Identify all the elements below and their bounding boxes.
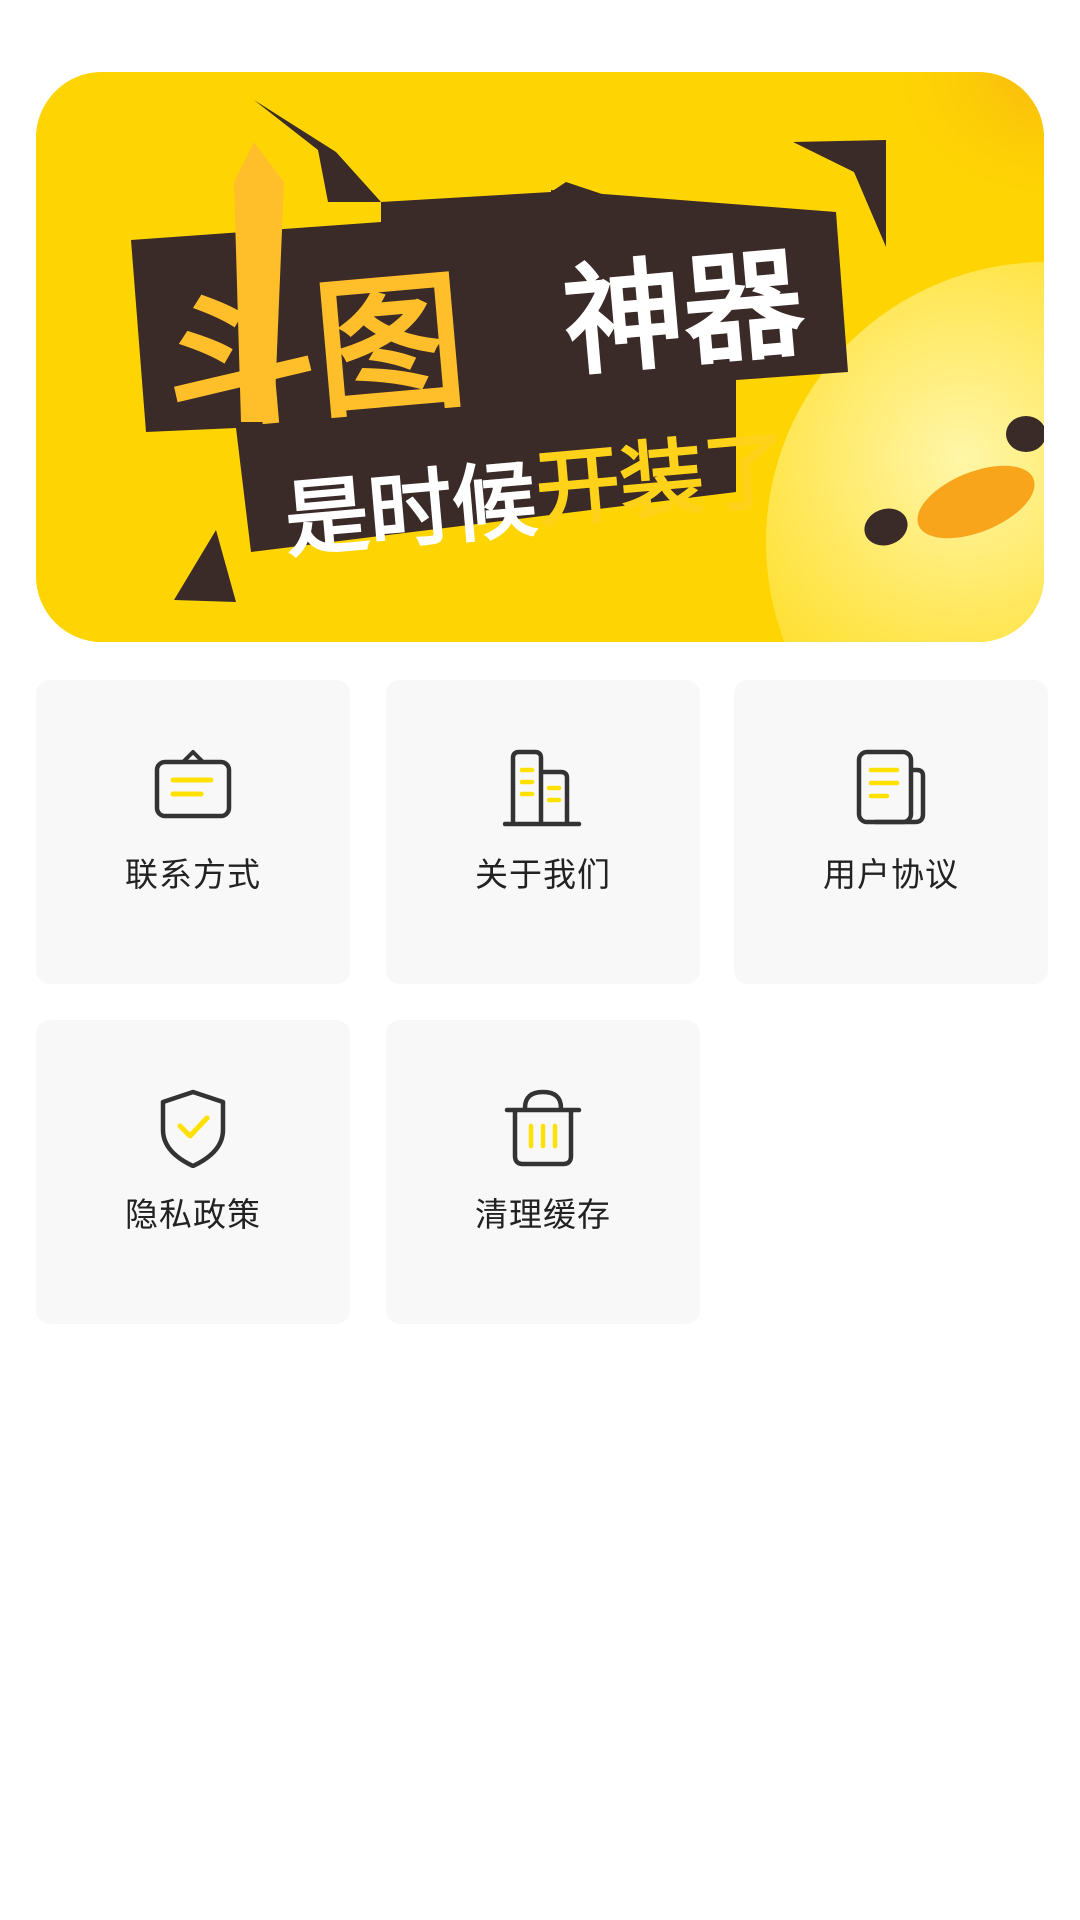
settings-page: 斗图 神器 是时候 开装了 联系方式 关于我们 用户协议 隐私政策 清理缓存 <box>0 0 1080 1920</box>
shield-check-icon <box>160 1089 226 1168</box>
tile-label: 隐私政策 <box>125 1195 261 1234</box>
tile-label: 关于我们 <box>475 855 611 894</box>
privacy-policy-tile[interactable]: 隐私政策 <box>36 1020 350 1324</box>
banner-title-main: 斗图 <box>159 254 473 453</box>
document-icon <box>856 749 926 825</box>
contact-info-tile[interactable]: 联系方式 <box>36 680 350 984</box>
banner-title-sub: 神器 <box>558 234 810 393</box>
tile-label: 用户协议 <box>823 855 959 894</box>
trash-bin-icon <box>504 1089 582 1167</box>
contact-sign-icon <box>154 750 232 819</box>
promo-banner[interactable]: 斗图 神器 是时候 开装了 <box>36 72 1044 642</box>
banner-artwork: 斗图 神器 是时候 开装了 <box>36 72 1044 642</box>
tile-label: 清理缓存 <box>475 1195 611 1234</box>
tile-label: 联系方式 <box>125 855 261 894</box>
about-us-tile[interactable]: 关于我们 <box>386 680 700 984</box>
building-icon <box>503 749 582 827</box>
user-agreement-tile[interactable]: 用户协议 <box>734 680 1048 984</box>
clear-cache-tile[interactable]: 清理缓存 <box>386 1020 700 1324</box>
